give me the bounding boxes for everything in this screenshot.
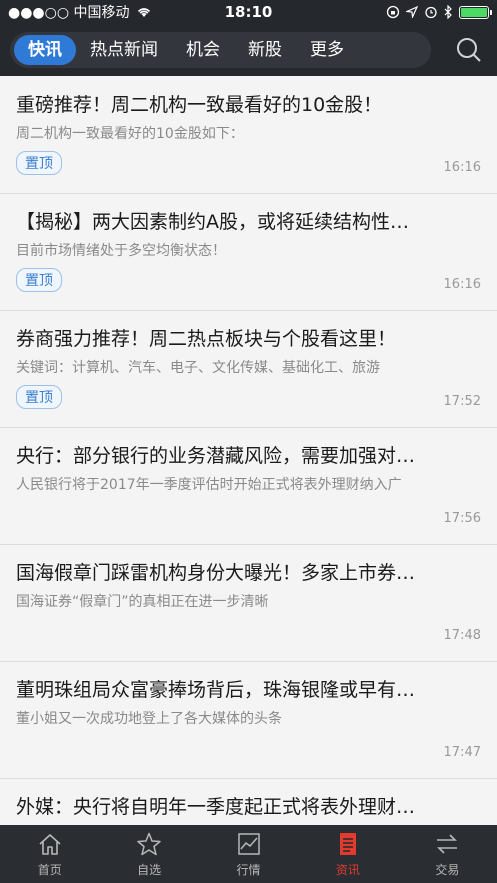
tab-0[interactable]: 快讯: [14, 35, 76, 65]
bottom-tab-4[interactable]: 交易: [398, 825, 497, 883]
status-bar: ●●●○○ 中国移动 18:10: [0, 0, 497, 24]
news-summary: 人民银行将于2017年一季度评估时开始正式将表外理财纳入广: [16, 477, 402, 493]
news-item[interactable]: 董明珠组局众富豪捧场背后，珠海银隆或早有… 董小姐又一次成功地登上了各大媒体的头条…: [0, 662, 497, 779]
bottom-tab-2[interactable]: 行情: [199, 825, 298, 883]
home-icon: [39, 833, 61, 855]
carrier-label: ●●●○○ 中国移动: [8, 5, 130, 21]
bottom-tab-0[interactable]: 首页: [0, 825, 99, 883]
bottom-tab-label: 首页: [37, 862, 62, 877]
trade-icon: [437, 833, 458, 854]
news-summary: 目前市场情绪处于多空均衡状态！: [16, 243, 226, 259]
pinned-badge: 置顶: [16, 151, 62, 175]
tab-3[interactable]: 新股: [234, 35, 296, 65]
chart-icon: [237, 832, 260, 855]
location-icon: [406, 6, 418, 18]
news-title: 【揭秘】两大因素制约A股，或将延续结构性…: [16, 211, 409, 233]
bluetooth-icon: [444, 5, 452, 19]
pinned-badge: 置顶: [16, 385, 62, 409]
news-time: 17:52: [443, 394, 481, 409]
news-summary: 关键词：计算机、汽车、电子、文化传媒、基础化工、旅游: [16, 360, 380, 376]
news-item[interactable]: 重磅推荐！周二机构一致最看好的10金股！ 周二机构一致最看好的10金股如下： 置顶 1…: [0, 77, 497, 194]
bottom-tab-label: 资讯: [335, 862, 360, 877]
news-title: 央行：部分银行的业务潜藏风险，需要加强对…: [16, 445, 416, 467]
status-left: ●●●○○ 中国移动: [8, 2, 152, 22]
status-right: [386, 5, 492, 19]
news-title: 券商强力推荐！周二热点板块与个股看这里！: [16, 328, 397, 350]
bottom-tab-3[interactable]: 资讯: [298, 825, 397, 883]
wifi-icon: [137, 8, 150, 17]
battery-icon: [459, 5, 492, 19]
news-summary: 董小姐又一次成功地登上了各大媒体的头条: [16, 711, 282, 727]
nav-bar: 快讯 热点新闻 机会 新股 更多: [0, 24, 497, 76]
news-item[interactable]: 外媒：央行将自明年一季度起正式将表外理财…: [0, 779, 497, 825]
news-title: 外媒：央行将自明年一季度起正式将表外理财…: [16, 796, 416, 818]
search-icon: [457, 38, 481, 62]
news-icon: [339, 832, 356, 855]
news-item[interactable]: 央行：部分银行的业务潜藏风险，需要加强对… 人民银行将于2017年一季度评估时开始…: [0, 428, 497, 545]
news-time: 16:16: [443, 160, 481, 175]
news-title: 重磅推荐！周二机构一致最看好的10金股！: [16, 94, 383, 116]
news-title: 国海假章门踩雷机构身份大曝光！多家上市券…: [16, 562, 416, 584]
tab-4[interactable]: 更多: [296, 35, 358, 65]
star-icon: [137, 832, 161, 855]
news-time: 17:48: [443, 628, 481, 643]
news-feed[interactable]: 重磅推荐！周二机构一致最看好的10金股！ 周二机构一致最看好的10金股如下： 置顶 1…: [0, 77, 497, 825]
bottom-tab-label: 交易: [435, 862, 460, 877]
bottom-tab-label: 行情: [236, 862, 261, 877]
news-title: 董明珠组局众富豪捧场背后，珠海银隆或早有…: [16, 679, 416, 701]
news-summary: 国海证券“假章门”的真相正在进一步清晰: [16, 594, 269, 610]
news-summary: 周二机构一致最看好的10金股如下：: [16, 126, 244, 142]
alarm-icon: [425, 6, 437, 19]
news-item[interactable]: 国海假章门踩雷机构身份大曝光！多家上市券… 国海证券“假章门”的真相正在进一步清晰…: [0, 545, 497, 662]
news-time: 17:56: [443, 511, 481, 526]
bottom-tab-1[interactable]: 自选: [99, 825, 198, 883]
search-button[interactable]: [451, 32, 487, 68]
tab-1[interactable]: 热点新闻: [76, 35, 172, 65]
news-time: 16:16: [443, 277, 481, 292]
bottom-tab-label: 自选: [137, 862, 162, 877]
news-time: 17:47: [443, 745, 481, 760]
rotation-lock-icon: [386, 5, 400, 19]
pinned-badge: 置顶: [16, 268, 62, 292]
bottom-tab-bar: 首页 自选 行情 资讯 交易: [0, 825, 497, 883]
tab-2[interactable]: 机会: [172, 35, 234, 65]
category-tabs: 快讯 热点新闻 机会 新股 更多: [10, 32, 431, 68]
news-item[interactable]: 券商强力推荐！周二热点板块与个股看这里！ 关键词：计算机、汽车、电子、文化传媒、基…: [0, 311, 497, 428]
news-item[interactable]: 【揭秘】两大因素制约A股，或将延续结构性… 目前市场情绪处于多空均衡状态！ 置顶 16…: [0, 194, 497, 311]
